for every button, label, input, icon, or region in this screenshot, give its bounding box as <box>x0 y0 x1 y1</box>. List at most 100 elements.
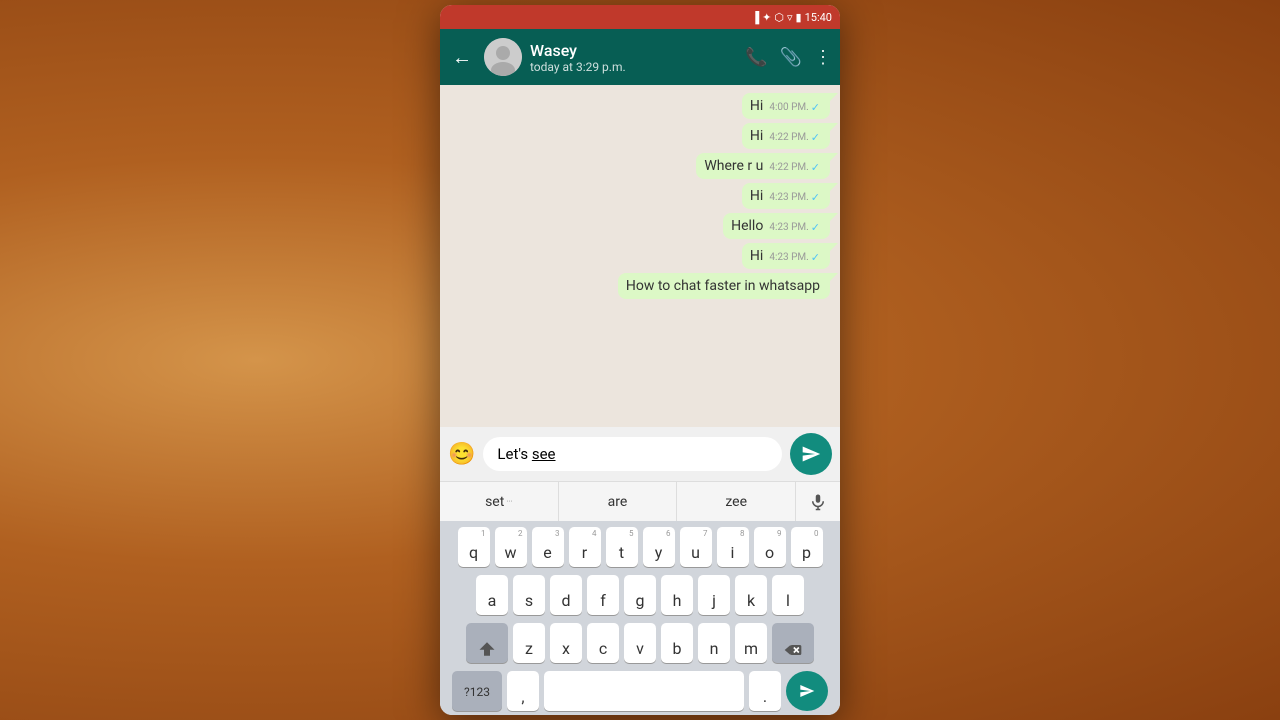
key-j[interactable]: j <box>698 575 730 615</box>
mic-button[interactable] <box>796 493 840 511</box>
avatar <box>484 38 522 76</box>
status-icons: ▐ ✦ ⬡ ▿ ▮ 15:40 <box>751 11 832 24</box>
message-text: Hi <box>750 248 763 264</box>
send-bottom-icon <box>799 683 815 699</box>
message-row: Hi 4:22 PM. ✓ <box>742 123 830 149</box>
suggestion-are[interactable]: are <box>559 482 678 521</box>
keyboard: 1q 2w 3e 4r 5t 6y 7u 8i 9o 0p a s d f g … <box>440 521 840 715</box>
key-v[interactable]: v <box>624 623 656 663</box>
suggestion-set[interactable]: set ··· <box>440 482 559 521</box>
key-x[interactable]: x <box>550 623 582 663</box>
key-c[interactable]: c <box>587 623 619 663</box>
contact-name: Wasey <box>530 41 737 60</box>
message-meta: 4:23 PM. ✓ <box>769 221 820 234</box>
read-checkmark: ✓ <box>811 101 820 114</box>
message-meta: 4:22 PM. ✓ <box>769 131 820 144</box>
space-key[interactable] <box>544 671 744 711</box>
key-o[interactable]: 9o <box>754 527 786 567</box>
keyboard-row-2: a s d f g h j k l <box>444 575 836 615</box>
key-s[interactable]: s <box>513 575 545 615</box>
keyboard-row-3: z x c v b n m <box>444 623 836 663</box>
key-w[interactable]: 2w <box>495 527 527 567</box>
period-key[interactable]: . <box>749 671 781 711</box>
emoji-button[interactable]: 😊 <box>448 442 475 467</box>
key-k[interactable]: k <box>735 575 767 615</box>
message-row: Hi 4:23 PM. ✓ <box>742 183 830 209</box>
signal-icon: ▐ <box>751 11 759 24</box>
avatar-image <box>484 38 522 76</box>
key-b[interactable]: b <box>661 623 693 663</box>
key-f[interactable]: f <box>587 575 619 615</box>
message-meta: 4:23 PM. ✓ <box>769 251 820 264</box>
phone-wrapper: ▐ ✦ ⬡ ▿ ▮ 15:40 ← Wasey today at 3:29 p.… <box>440 5 840 715</box>
chat-header: ← Wasey today at 3:29 p.m. 📞 📎 ⋮ <box>440 29 840 85</box>
message-row: Where r u 4:22 PM. ✓ <box>696 153 830 179</box>
wifi-icon: ▿ <box>787 11 793 24</box>
key-a[interactable]: a <box>476 575 508 615</box>
key-m[interactable]: m <box>735 623 767 663</box>
suggestion-zee[interactable]: zee <box>677 482 796 521</box>
backspace-icon <box>783 642 803 658</box>
read-checkmark: ✓ <box>811 161 820 174</box>
input-area: 😊 Let's see <box>440 427 840 481</box>
suggestion-dots: ··· <box>506 497 512 506</box>
message-row: Hi 4:23 PM. ✓ <box>742 243 830 269</box>
suggestion-label: are <box>608 494 628 510</box>
phone-icon[interactable]: 📞 <box>745 47 767 68</box>
read-checkmark: ✓ <box>811 221 820 234</box>
key-e[interactable]: 3e <box>532 527 564 567</box>
read-checkmark: ✓ <box>811 251 820 264</box>
message-meta: 4:22 PM. ✓ <box>769 161 820 174</box>
key-d[interactable]: d <box>550 575 582 615</box>
key-l[interactable]: l <box>772 575 804 615</box>
message-text: Hi <box>750 98 763 114</box>
contact-status: today at 3:29 p.m. <box>530 60 737 74</box>
key-u[interactable]: 7u <box>680 527 712 567</box>
bluetooth-icon: ✦ <box>762 11 771 24</box>
message-text: How to chat faster in whatsapp <box>626 278 820 294</box>
chat-area: Hi 4:00 PM. ✓ Hi 4:22 PM. ✓ Where r u 4:… <box>440 85 840 427</box>
battery-icon: ▮ <box>796 11 802 24</box>
key-y[interactable]: 6y <box>643 527 675 567</box>
header-icons: 📞 📎 ⋮ <box>745 47 832 68</box>
attachment-icon[interactable]: 📎 <box>780 47 802 68</box>
phone-screen: ▐ ✦ ⬡ ▿ ▮ 15:40 ← Wasey today at 3:29 p.… <box>440 5 840 715</box>
key-r[interactable]: 4r <box>569 527 601 567</box>
key-i[interactable]: 8i <box>717 527 749 567</box>
key-q[interactable]: 1q <box>458 527 490 567</box>
key-z[interactable]: z <box>513 623 545 663</box>
comma-key[interactable]: , <box>507 671 539 711</box>
time-display: 15:40 <box>805 11 832 24</box>
backspace-key[interactable] <box>772 623 814 663</box>
shift-key[interactable] <box>466 623 508 663</box>
keyboard-row-1: 1q 2w 3e 4r 5t 6y 7u 8i 9o 0p <box>444 527 836 567</box>
message-row: Hello 4:23 PM. ✓ <box>723 213 830 239</box>
shift-icon <box>478 640 496 658</box>
message-row: Hi 4:00 PM. ✓ <box>742 93 830 119</box>
key-t[interactable]: 5t <box>606 527 638 567</box>
read-checkmark: ✓ <box>811 131 820 144</box>
message-row: How to chat faster in whatsapp <box>618 273 830 299</box>
suggestion-label: zee <box>725 494 747 510</box>
read-checkmark: ✓ <box>811 191 820 204</box>
numbers-key[interactable]: ?123 <box>452 671 502 711</box>
message-input-display[interactable]: Let's see <box>483 437 782 471</box>
send-button[interactable] <box>790 433 832 475</box>
message-text: Where r u <box>704 158 763 174</box>
keyboard-bottom-row: ?123 , . <box>444 671 836 711</box>
input-text: Let's see <box>497 445 555 463</box>
notification-icon: ⬡ <box>774 11 784 24</box>
autocomplete-word: see <box>532 445 556 463</box>
key-g[interactable]: g <box>624 575 656 615</box>
send-icon <box>801 444 821 464</box>
message-text: Hello <box>731 218 763 234</box>
back-button[interactable]: ← <box>448 41 476 74</box>
message-text: Hi <box>750 188 763 204</box>
key-n[interactable]: n <box>698 623 730 663</box>
key-p[interactable]: 0p <box>791 527 823 567</box>
more-icon[interactable]: ⋮ <box>814 47 832 68</box>
mic-icon <box>809 493 827 511</box>
key-h[interactable]: h <box>661 575 693 615</box>
message-text: Hi <box>750 128 763 144</box>
send-bottom-button[interactable] <box>786 671 828 711</box>
